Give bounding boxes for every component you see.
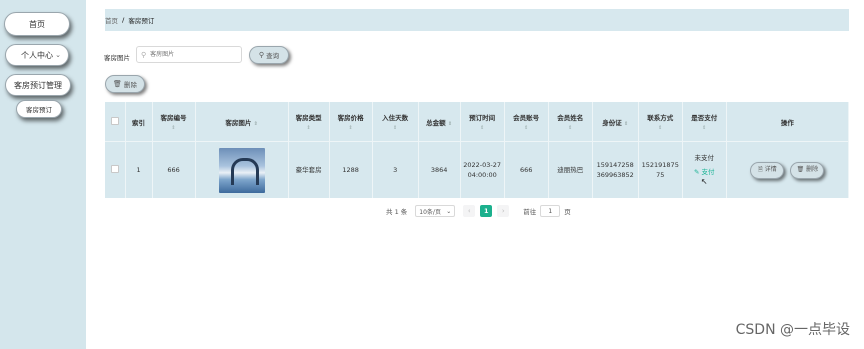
booking-table: 索引 客房编号 ⇕ 客房图片 ⇕ 客房类型 ⇕ 客房价格 ⇕ 入住天数 ⇕ 总金额 ⇕ … xyxy=(105,102,850,198)
chevron-down-icon: ⌄ xyxy=(55,51,61,59)
breadcrumb: 首页 / 客房预订 xyxy=(105,9,849,31)
query-button[interactable]: ⚲ 查询 xyxy=(249,46,289,64)
header-member-account[interactable]: 会员账号 ⇕ xyxy=(504,102,549,142)
breadcrumb-current: 客房预订 xyxy=(128,17,155,25)
pay-link[interactable]: ✎ 支付 xyxy=(685,167,724,177)
table-header-row: 索引 客房编号 ⇕ 客房图片 ⇕ 客房类型 ⇕ 客房价格 ⇕ 入住天数 ⇕ 总金额 ⇕ … xyxy=(105,102,850,142)
sort-icon[interactable]: ⇕ xyxy=(624,121,628,127)
search-input[interactable] xyxy=(148,50,238,59)
cell-member-account: 666 xyxy=(504,141,549,198)
header-actions: 操作 xyxy=(726,102,850,142)
sort-icon[interactable]: ⇕ xyxy=(330,125,372,131)
cell-total: 3864 xyxy=(418,141,461,198)
cell-actions: 🗎 详情 🗑 删除 xyxy=(726,141,850,198)
cell-index: 1 xyxy=(125,141,153,198)
header-days[interactable]: 入住天数 ⇕ xyxy=(372,102,419,142)
document-icon: 🗎 xyxy=(757,166,763,173)
header-price[interactable]: 客房价格 ⇕ xyxy=(329,102,373,142)
page-number-button[interactable]: 1 xyxy=(480,205,493,217)
sort-icon[interactable]: ⇕ xyxy=(153,125,195,131)
search-field[interactable]: ⚲ xyxy=(136,46,242,63)
detail-button[interactable]: 🗎 详情 xyxy=(750,161,785,179)
cell-id-card: 159147258369963852 xyxy=(592,141,639,198)
delete-button[interactable]: 🗑 删除 xyxy=(105,75,145,93)
row-checkbox[interactable] xyxy=(110,164,119,173)
main-content: 首页 / 客房预订 客房图片 ⚲ ⚲ 查询 🗑 删除 索引 客房编号⇕ xyxy=(86,0,864,349)
row-delete-button[interactable]: 🗑 删除 xyxy=(790,161,825,179)
bridge-arch xyxy=(230,157,259,185)
cell-price: 1288 xyxy=(329,141,373,198)
sort-icon[interactable]: ⇕ xyxy=(549,125,592,131)
delete-button-label: 删除 xyxy=(123,81,137,89)
pagination: 共 1 条 10条/页 ⌄ ‹ 1 › 前往 1 页 xyxy=(386,205,571,217)
header-booking-time[interactable]: 预订时间 ⇕ xyxy=(460,102,505,142)
breadcrumb-separator: / xyxy=(122,16,125,24)
header-index: 索引 xyxy=(125,102,153,142)
search-icon: ⚲ xyxy=(258,51,265,59)
cell-days: 3 xyxy=(372,141,419,198)
select-all-checkbox[interactable] xyxy=(110,116,119,125)
row-select xyxy=(105,141,126,198)
prev-page-button[interactable]: ‹ xyxy=(463,205,476,217)
sidebar-item-label: 首页 xyxy=(29,19,45,29)
room-photo[interactable] xyxy=(218,147,265,193)
trash-icon: 🗑 xyxy=(113,80,122,88)
sidebar-item-profile[interactable]: 个人中心 ⌄ xyxy=(5,44,69,66)
cell-booking-time: 2022-03-27 04:00:00 xyxy=(460,141,505,198)
query-button-label: 查询 xyxy=(266,52,280,60)
cell-phone: 15219187575 xyxy=(638,141,683,198)
sidebar-item-label: 个人中心 xyxy=(21,50,53,60)
cell-room-no: 666 xyxy=(152,141,196,198)
cell-member-name: 迪丽热巴 xyxy=(548,141,593,198)
chevron-down-icon: ⌄ xyxy=(446,207,452,215)
pagination-total: 共 1 条 xyxy=(386,208,408,216)
goto-label: 前往 xyxy=(523,208,537,216)
trash-icon: 🗑 xyxy=(796,166,805,173)
sidebar-item-home[interactable]: 首页 xyxy=(4,12,70,36)
header-room-no[interactable]: 客房编号 ⇕ xyxy=(152,102,196,142)
header-phone[interactable]: 联系方式 ⇕ xyxy=(638,102,683,142)
sort-icon[interactable]: ⇕ xyxy=(448,121,452,127)
sort-icon[interactable]: ⇕ xyxy=(373,125,418,131)
sidebar: 首页 个人中心 ⌄ 客房预订管理 客房预订 xyxy=(0,0,86,349)
cell-room-image xyxy=(195,141,289,198)
cursor-icon: ↖ xyxy=(700,177,708,186)
sidebar-item-booking[interactable]: 客房预订 xyxy=(16,100,62,118)
breadcrumb-home[interactable]: 首页 xyxy=(105,15,118,25)
sort-icon[interactable]: ⇕ xyxy=(461,125,504,131)
header-select xyxy=(105,102,126,142)
sort-icon[interactable]: ⇕ xyxy=(505,125,548,131)
watermark: CSDN @一点毕设 xyxy=(735,322,850,338)
search-label: 客房图片 xyxy=(104,54,130,62)
goto-suffix: 页 xyxy=(564,208,571,216)
sidebar-item-booking-management[interactable]: 客房预订管理 xyxy=(5,74,71,96)
table-row: 1 666 豪华套房 1288 3 3864 2022-03-27 04:00:… xyxy=(105,141,850,198)
header-room-type[interactable]: 客房类型 ⇕ xyxy=(288,102,330,142)
sidebar-item-label: 客房预订管理 xyxy=(14,80,62,90)
header-member-name[interactable]: 会员姓名 ⇕ xyxy=(548,102,593,142)
next-page-button[interactable]: › xyxy=(497,205,510,217)
sort-icon[interactable]: ⇕ xyxy=(254,121,258,127)
header-pay-status[interactable]: 是否支付 ⇕ xyxy=(682,102,727,142)
sort-icon[interactable]: ⇕ xyxy=(683,125,726,131)
sort-icon[interactable]: ⇕ xyxy=(289,125,329,131)
cell-room-type: 豪华套房 xyxy=(288,141,330,198)
cell-pay-status: 未支付 ✎ 支付 ↖ xyxy=(682,141,727,198)
header-room-image[interactable]: 客房图片 ⇕ xyxy=(195,102,289,142)
search-icon: ⚲ xyxy=(141,50,147,59)
header-id-card[interactable]: 身份证 ⇕ xyxy=(592,102,639,142)
page-size-select[interactable]: 10条/页 ⌄ xyxy=(415,205,456,217)
header-total[interactable]: 总金额 ⇕ xyxy=(418,102,461,142)
pay-status-text: 未支付 xyxy=(694,154,714,162)
goto-page-input[interactable]: 1 xyxy=(540,205,561,217)
sidebar-item-label: 客房预订 xyxy=(26,106,52,114)
sort-icon[interactable]: ⇕ xyxy=(639,125,682,131)
